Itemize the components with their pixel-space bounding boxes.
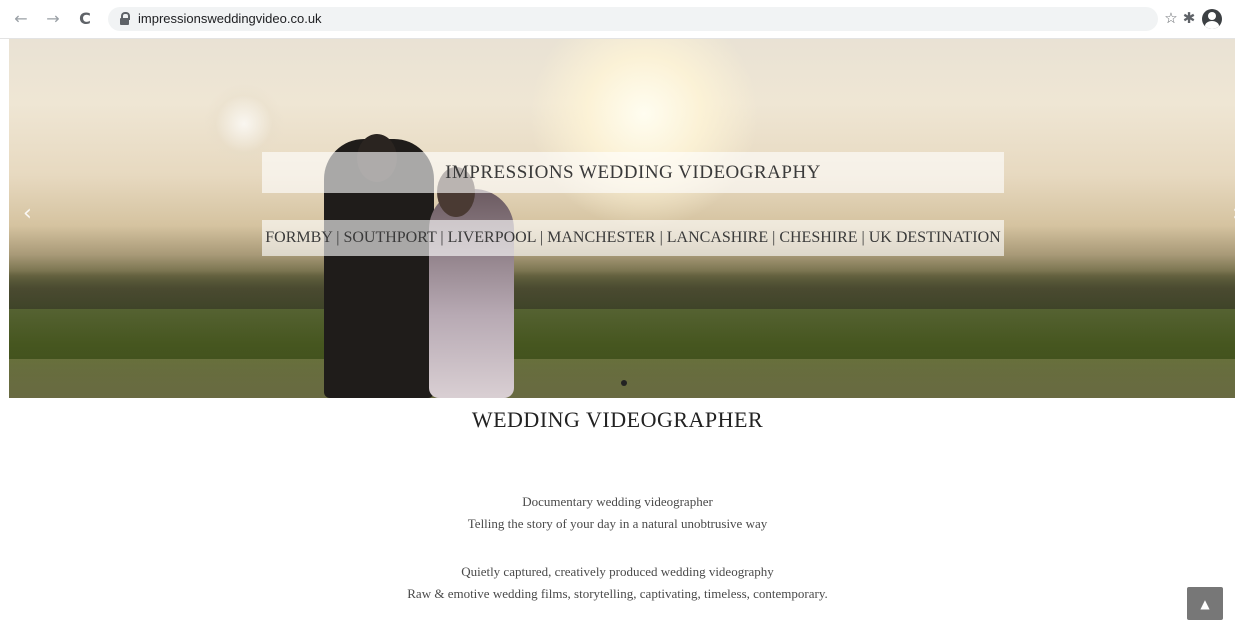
sun-glow: [529, 39, 759, 229]
intro-line-4: Raw & emotive wedding films, storytellin…: [407, 586, 828, 601]
reload-icon[interactable]: C: [74, 7, 96, 29]
page-heading: WEDDING VIDEOGRAPHER: [471, 407, 764, 432]
forward-icon[interactable]: →: [42, 7, 64, 29]
intro-paragraph-2: Quietly captured, creatively produced we…: [0, 561, 1235, 605]
intro-line-1: Documentary wedding videographer: [522, 494, 713, 509]
url-text[interactable]: impressionsweddingvideo.co.uk: [138, 11, 322, 26]
browser-toolbar: ← → C impressionsweddingvideo.co.uk ☆ ✱: [0, 0, 1235, 39]
slider-dot[interactable]: [621, 380, 627, 386]
scroll-to-top-button[interactable]: ▲: [1187, 587, 1223, 620]
intro-line-3: Quietly captured, creatively produced we…: [461, 564, 774, 579]
address-bar[interactable]: impressionsweddingvideo.co.uk: [108, 7, 1158, 31]
foreground-grass: [9, 359, 1235, 398]
back-icon[interactable]: ←: [10, 7, 32, 29]
hero-title: IMPRESSIONS WEDDING VIDEOGRAPHY: [262, 152, 1004, 193]
extensions-icon[interactable]: ✱: [1178, 7, 1200, 29]
intro-paragraph-1: Documentary wedding videographer Telling…: [0, 491, 1235, 535]
lock-icon: [120, 12, 130, 25]
hero-slider: IMPRESSIONS WEDDING VIDEOGRAPHY FORMBY |…: [9, 39, 1235, 398]
hero-locations: FORMBY | SOUTHPORT | LIVERPOOL | MANCHES…: [262, 220, 1004, 256]
intro-line-2: Telling the story of your day in a natur…: [467, 516, 768, 531]
profile-avatar-icon[interactable]: [1202, 9, 1222, 29]
slider-prev-icon[interactable]: ‹: [23, 201, 32, 226]
